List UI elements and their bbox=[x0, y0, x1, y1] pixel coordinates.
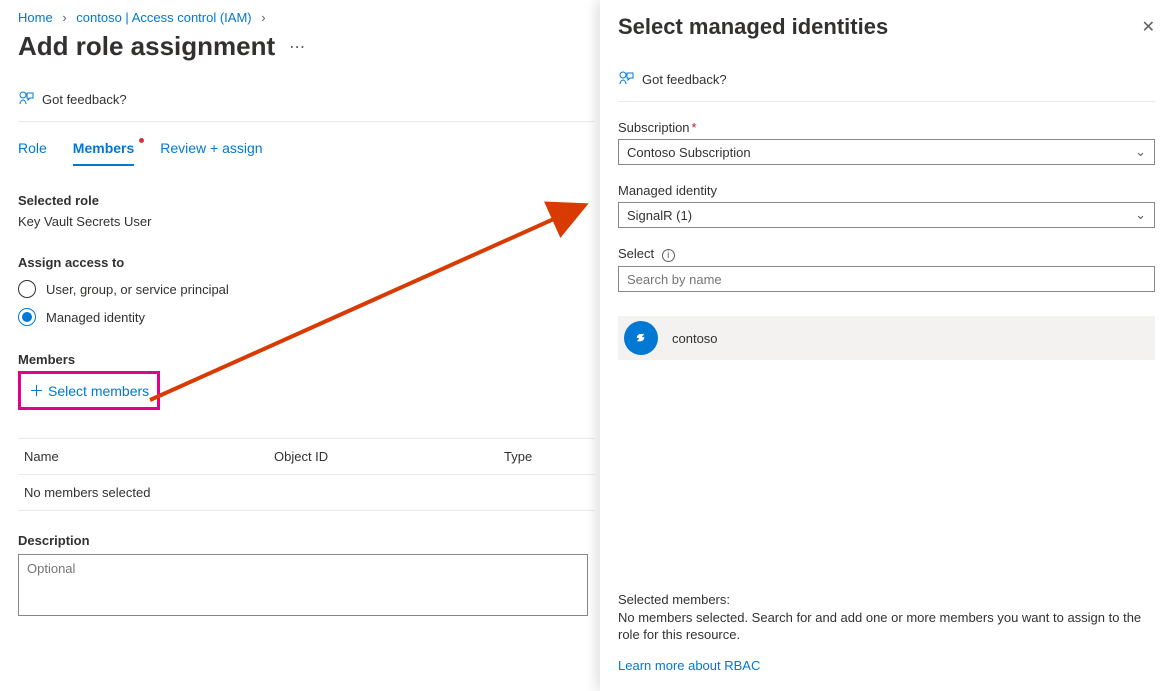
feedback-label: Got feedback? bbox=[42, 92, 127, 107]
more-menu-icon[interactable]: ⋯ bbox=[289, 37, 306, 57]
members-table: Name Object ID Type No members selected bbox=[18, 438, 595, 511]
radio-mi-label: Managed identity bbox=[46, 310, 145, 325]
breadcrumb-home[interactable]: Home bbox=[18, 10, 53, 25]
selected-role-label: Selected role bbox=[18, 193, 595, 208]
feedback-icon bbox=[18, 90, 34, 109]
radio-managed-identity[interactable]: Managed identity bbox=[18, 308, 595, 326]
learn-more-link[interactable]: Learn more about RBAC bbox=[618, 658, 760, 673]
radio-checked-icon bbox=[18, 308, 36, 326]
assign-access-label: Assign access to bbox=[18, 255, 595, 270]
selected-members-msg: No members selected. Search for and add … bbox=[618, 609, 1155, 644]
tabs: Role Members Review + assign bbox=[18, 140, 595, 167]
select-members-button[interactable]: ＋ Select members bbox=[18, 371, 160, 410]
select-members-label: Select members bbox=[48, 383, 149, 399]
plus-icon: ＋ bbox=[29, 380, 44, 401]
members-empty: No members selected bbox=[24, 485, 150, 500]
chevron-down-icon: ⌄ bbox=[1135, 144, 1146, 160]
members-label: Members bbox=[18, 352, 595, 367]
radio-icon bbox=[18, 280, 36, 298]
col-name: Name bbox=[24, 449, 274, 464]
managed-identity-dropdown[interactable]: SignalR (1) ⌄ bbox=[618, 202, 1155, 228]
subscription-dropdown[interactable]: Contoso Subscription ⌄ bbox=[618, 139, 1155, 165]
tab-role[interactable]: Role bbox=[18, 140, 47, 166]
breadcrumb-item[interactable]: contoso | Access control (IAM) bbox=[76, 10, 251, 25]
panel-feedback-link[interactable]: Got feedback? bbox=[618, 70, 1155, 102]
page-title: Add role assignment bbox=[18, 31, 275, 62]
alert-dot-icon bbox=[139, 138, 144, 143]
subscription-value: Contoso Subscription bbox=[627, 145, 751, 160]
radio-principal[interactable]: User, group, or service principal bbox=[18, 280, 595, 298]
feedback-link[interactable]: Got feedback? bbox=[18, 90, 595, 122]
identity-result-name: contoso bbox=[672, 331, 718, 346]
tab-members-label: Members bbox=[73, 140, 134, 156]
search-input[interactable] bbox=[618, 266, 1155, 292]
info-icon[interactable]: i bbox=[662, 249, 675, 262]
description-input[interactable] bbox=[18, 554, 588, 616]
col-type: Type bbox=[504, 449, 589, 464]
select-label: Select i bbox=[618, 246, 1155, 262]
chevron-right-icon: › bbox=[62, 10, 66, 25]
tab-members[interactable]: Members bbox=[73, 140, 134, 166]
selected-members-header: Selected members: bbox=[618, 592, 1155, 607]
panel-feedback-label: Got feedback? bbox=[642, 72, 727, 87]
radio-principal-label: User, group, or service principal bbox=[46, 282, 229, 297]
managed-identity-value: SignalR (1) bbox=[627, 208, 692, 223]
description-label: Description bbox=[18, 533, 595, 548]
breadcrumb: Home › contoso | Access control (IAM) › bbox=[18, 10, 595, 25]
identity-result[interactable]: contoso bbox=[618, 316, 1155, 360]
panel-title: Select managed identities bbox=[618, 14, 888, 40]
chevron-down-icon: ⌄ bbox=[1135, 207, 1146, 223]
selected-role-value: Key Vault Secrets User bbox=[18, 214, 595, 229]
feedback-icon bbox=[618, 70, 634, 89]
subscription-label: Subscription* bbox=[618, 120, 1155, 135]
tab-review[interactable]: Review + assign bbox=[160, 140, 262, 166]
managed-identity-label: Managed identity bbox=[618, 183, 1155, 198]
col-object-id: Object ID bbox=[274, 449, 504, 464]
chevron-right-icon: › bbox=[261, 10, 265, 25]
close-icon[interactable]: ✕ bbox=[1142, 17, 1155, 37]
signalr-icon bbox=[624, 321, 658, 355]
